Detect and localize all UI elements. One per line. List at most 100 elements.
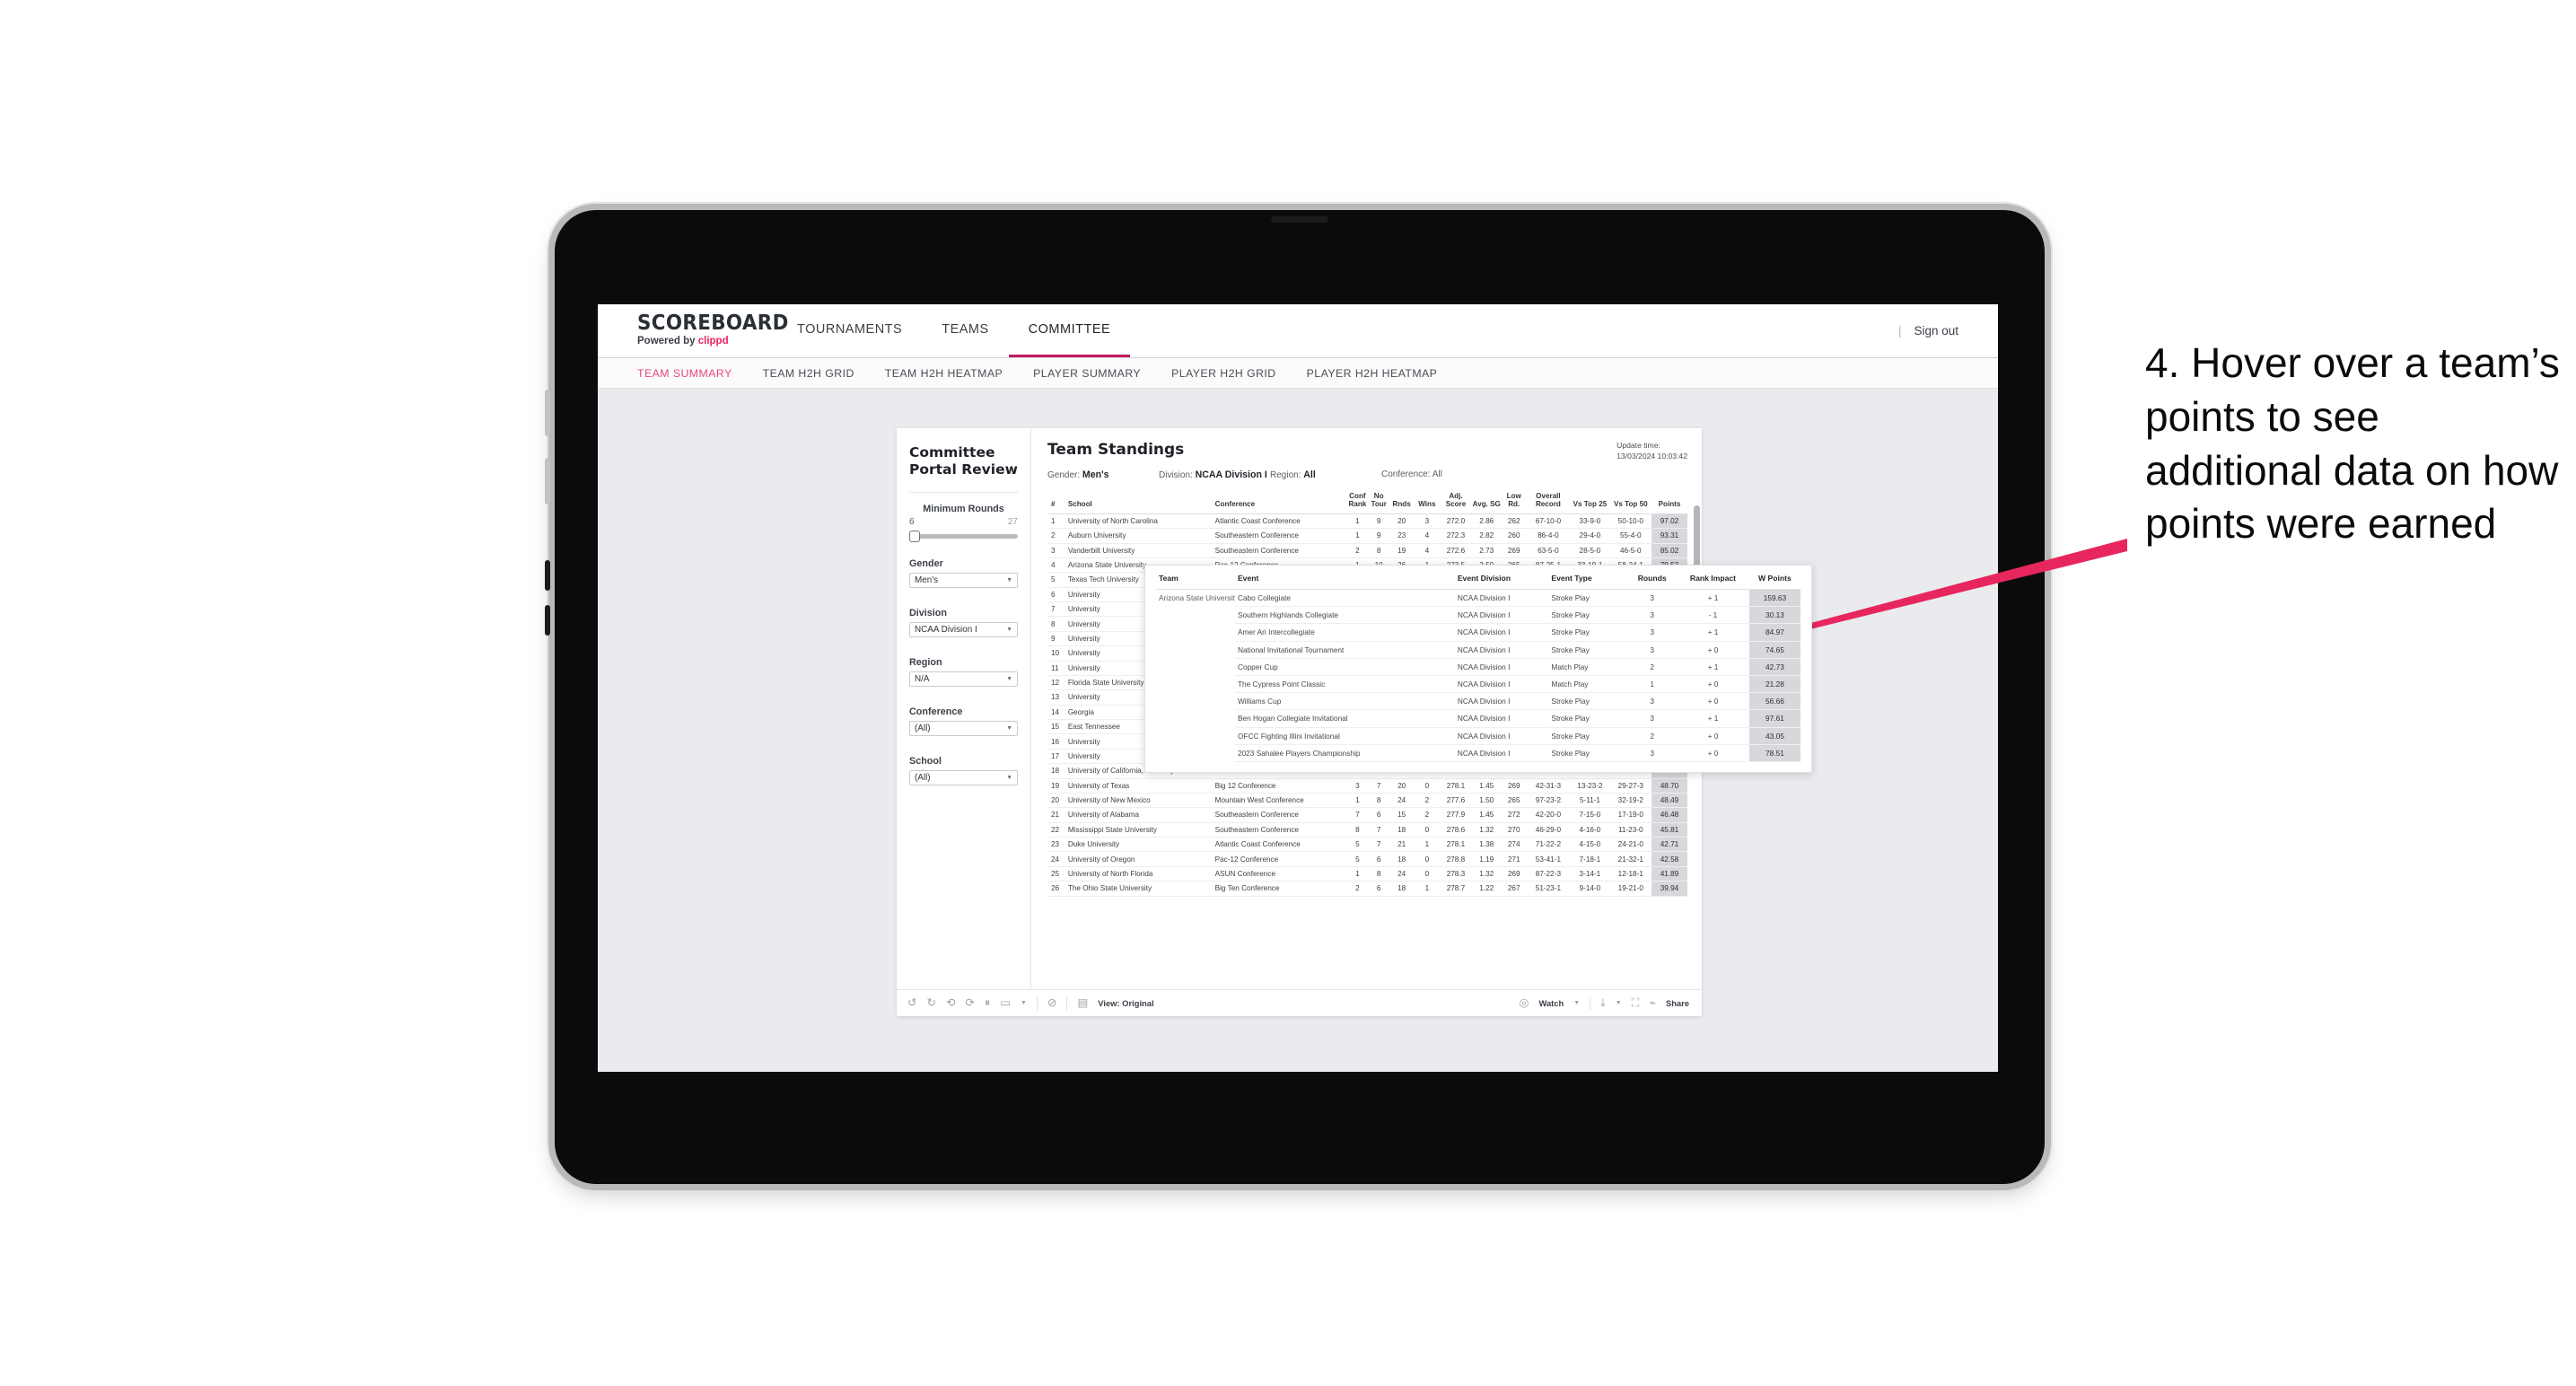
chevron-down-icon[interactable]: ▼ [1573,1000,1580,1006]
minimum-rounds-slider[interactable] [909,530,1018,542]
tab-player-summary[interactable]: PLAYER SUMMARY [1033,367,1141,380]
chevron-down-icon: ▼ [1006,576,1012,583]
share-button-label[interactable]: Share [1666,998,1689,1008]
watch-icon[interactable]: ◎ [1520,997,1529,1009]
cell-school: The Ohio State University [1064,881,1212,897]
share-icon[interactable]: ⌁ [1649,997,1656,1009]
tab-team-h2h-grid[interactable]: TEAM H2H GRID [763,367,854,380]
cell-points[interactable]: 85.02 [1652,543,1687,558]
school-filter-select[interactable]: (All) ▼ [909,769,1018,785]
cell-points[interactable]: 42.58 [1652,851,1687,867]
conference-filter-select[interactable]: (All) ▼ [909,720,1018,736]
undo-icon[interactable]: ↺ [907,997,916,1009]
fullscreen-icon[interactable]: ⛶ [1632,997,1640,1009]
nav-item-teams[interactable]: TEAMS [922,304,1008,357]
cell-rank: 19 [1047,778,1065,794]
sign-out-link[interactable]: Sign out [1914,324,1958,338]
minimum-rounds-values: 6 27 [909,517,1018,527]
table-row[interactable]: 25 University of North Florida ASUN Confer… [1047,866,1687,882]
cell-points[interactable]: 46.48 [1652,807,1687,823]
table-row[interactable]: 23 Duke University Atlantic Coast Conferen… [1047,837,1687,853]
cell-conf_rank: 1 [1346,866,1369,882]
col-wins[interactable]: Wins [1414,488,1441,514]
table-row[interactable]: 26 The Ohio State University Big Ten Confe… [1047,881,1687,897]
cell-points[interactable]: 93.31 [1652,528,1687,544]
cell-points[interactable]: 42.71 [1652,837,1687,853]
chevron-down-icon[interactable]: ▼ [1616,1000,1622,1006]
col-conference[interactable]: Conference [1211,488,1347,514]
col-vs-top-50[interactable]: Vs Top 50 [1609,488,1652,514]
refresh-icon[interactable]: ⟳ [965,997,974,1009]
table-row[interactable]: 3 Vanderbilt University Southeastern Confe… [1047,543,1687,558]
volume-up-button[interactable] [545,390,550,436]
tooltip-cell-type: Match Play [1548,675,1628,694]
nav-item-tournaments[interactable]: TOURNAMENTS [777,304,922,357]
table-row[interactable]: 21 University of Alabama Southeastern Conf… [1047,807,1687,823]
col-no-tour[interactable]: No Tour [1368,488,1389,514]
chevron-down-icon: ▼ [1006,626,1012,633]
screenshot-stage: SCOREBOARD Powered by clippd TOURNAMENTS… [0,0,2576,1386]
view-icon[interactable]: ▤ [1077,997,1088,1009]
nav-item-committee[interactable]: COMMITTEE [1008,304,1131,357]
tab-player-h2h-heatmap[interactable]: PLAYER H2H HEATMAP [1307,367,1438,380]
revert-icon[interactable]: ⟲ [946,997,955,1009]
pause-icon[interactable]: ⏸ [985,997,990,1009]
col-vs-top-25[interactable]: Vs Top 25 [1570,488,1610,514]
col-overall-record[interactable]: Overall Record [1526,488,1571,514]
tab-team-summary[interactable]: TEAM SUMMARY [637,367,732,380]
region-filter-select[interactable]: N/A ▼ [909,671,1018,687]
cell-points[interactable]: 48.70 [1652,778,1687,794]
col-low-rd[interactable]: Low Rd. [1501,488,1527,514]
col-adj-score[interactable]: Adj. Score [1440,488,1472,514]
watch-button-label[interactable]: Watch [1538,998,1564,1008]
cell-no_tour: 6 [1368,851,1389,867]
cell-points[interactable]: 97.02 [1652,513,1687,530]
tab-team-h2h-heatmap[interactable]: TEAM H2H HEATMAP [885,367,1003,380]
table-row[interactable]: 1 University of North Carolina Atlantic Co… [1047,513,1687,530]
alert-icon[interactable]: ⊘ [1047,997,1056,1009]
cell-rank: 16 [1047,733,1065,750]
cell-points[interactable]: 39.94 [1652,881,1687,897]
cell-points[interactable]: 48.49 [1652,793,1687,809]
slider-handle[interactable] [909,530,920,542]
col-rank[interactable]: # [1047,488,1065,514]
cell-rnds: 18 [1389,881,1415,897]
cell-points[interactable]: 41.89 [1652,866,1687,882]
division-filter-select[interactable]: NCAA Division I ▼ [909,621,1018,637]
table-row[interactable]: 20 University of New Mexico Mountain West … [1047,793,1687,809]
slider-min-value: 6 [909,516,915,527]
col-points[interactable]: Points [1652,488,1687,514]
device-layout-icon[interactable]: ▭ [1000,997,1011,1009]
view-original-label[interactable]: View: Original [1098,998,1153,1008]
col-avg-sg[interactable]: Avg. SG [1471,488,1502,514]
cell-rank: 11 [1047,661,1065,676]
cell-conf_rank: 8 [1346,822,1369,838]
cell-rec: 87-22-3 [1526,866,1571,882]
cell-adj: 277.9 [1440,807,1472,823]
table-row[interactable]: 22 Mississippi State University Southeaste… [1047,822,1687,838]
cell-no_tour: 8 [1368,543,1389,558]
col-rnds[interactable]: Rnds [1389,488,1415,514]
col-conf-rank[interactable]: Conf Rank [1346,488,1369,514]
cell-conf_rank: 2 [1346,881,1369,897]
update-time-block: Update time: 13/03/2024 10:03:42 [1617,441,1687,461]
tooltip-cell-rounds: 3 [1627,606,1678,625]
tab-player-h2h-grid[interactable]: PLAYER H2H GRID [1171,367,1276,380]
table-row[interactable]: 2 Auburn University Southeastern Conferenc… [1047,528,1687,544]
app-logo[interactable]: SCOREBOARD Powered by clippd [598,304,788,357]
dashboard-workspace: Committee Portal Review Minimum Rounds 6… [598,389,1998,1071]
gender-filter-select[interactable]: Men's ▼ [909,572,1018,588]
chevron-down-icon[interactable]: ▼ [1021,1000,1027,1006]
table-row[interactable]: 24 University of Oregon Pac-12 Conference 5… [1047,851,1687,867]
redo-icon[interactable]: ↻ [926,997,935,1009]
tooltip-cell-type: Stroke Play [1548,641,1628,659]
cell-rank: 25 [1047,866,1065,882]
download-icon[interactable]: ⤓ [1600,997,1606,1009]
table-row[interactable]: 19 University of Texas Big 12 Conference 3 7… [1047,778,1687,794]
cell-points[interactable]: 45.81 [1652,822,1687,838]
cell-school: University of Oregon [1064,851,1212,867]
summary-conference-value: All [1432,469,1442,480]
cell-school: Auburn University [1064,528,1212,544]
col-school[interactable]: School [1064,488,1212,514]
volume-down-button[interactable] [545,458,550,504]
